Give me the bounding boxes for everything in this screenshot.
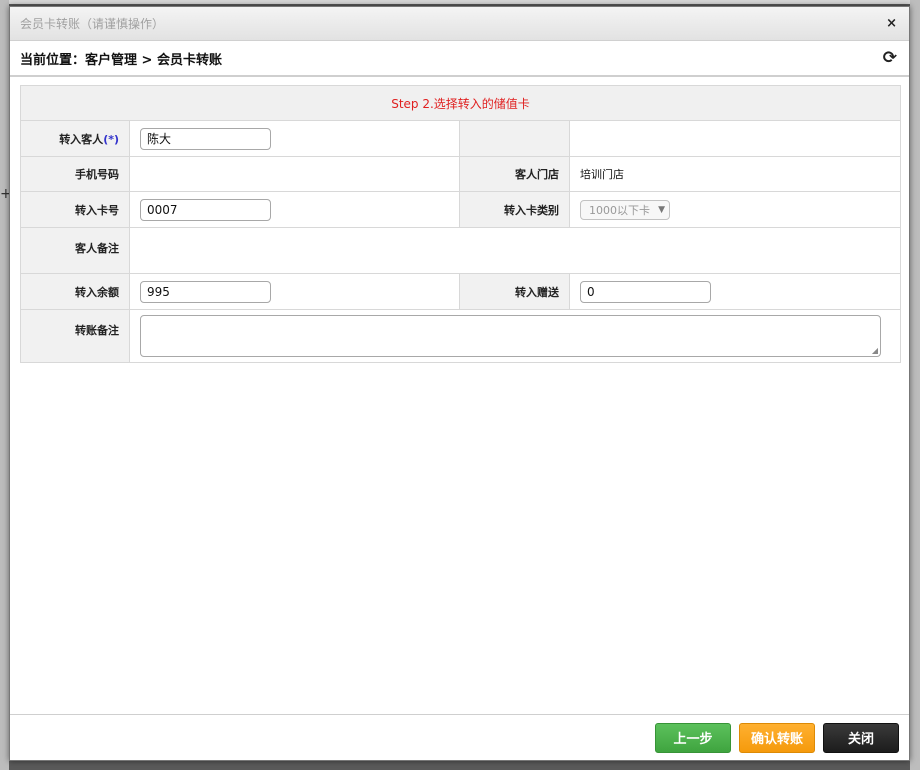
card-type-label: 转入卡类别: [459, 191, 570, 228]
balance-label: 转入余额: [20, 273, 130, 310]
customer-label: 转入客人(*): [20, 120, 130, 157]
backdrop-top-strip: [0, 0, 920, 4]
transfer-note-row: 转账备注 ◢: [20, 309, 902, 363]
customer-cell: 陈大: [129, 120, 460, 157]
required-mark: (*): [103, 132, 119, 146]
remark-row: 客人备注: [20, 227, 902, 274]
phone-label: 手机号码: [20, 156, 130, 192]
bonus-cell: 0: [568, 273, 902, 310]
card-type-select[interactable]: 1000以下卡 ▼: [580, 199, 670, 220]
breadcrumb: 当前位置：客户管理 > 会员卡转账: [20, 52, 222, 68]
step-row: Step 2.选择转入的储值卡: [19, 85, 902, 121]
card-no-cell: 0007: [129, 191, 460, 228]
resize-grip-icon[interactable]: ◢: [872, 346, 878, 355]
chevron-down-icon: ▼: [658, 204, 665, 215]
transfer-dialog: 会员卡转账（请谨慎操作） × 当前位置：客户管理 > 会员卡转账 ⟳ Step …: [9, 6, 910, 761]
balance-row: 转入余额 995 转入赠送 0: [20, 273, 902, 310]
step-title: Step 2.选择转入的储值卡: [19, 85, 902, 121]
card-type-selected: 1000以下卡: [589, 203, 650, 217]
customer-input[interactable]: 陈大: [140, 127, 271, 150]
balance-input[interactable]: 995: [140, 280, 271, 303]
remark-value: [128, 227, 902, 274]
refresh-icon[interactable]: ⟳: [883, 48, 897, 68]
transfer-note-cell: ◢: [128, 309, 902, 363]
dialog-titlebar: 会员卡转账（请谨慎操作） ×: [10, 7, 909, 41]
customer-row: 转入客人(*) 陈大: [20, 120, 902, 157]
bonus-input[interactable]: 0: [580, 280, 711, 303]
store-label: 客人门店: [459, 156, 570, 192]
transfer-form-table: Step 2.选择转入的储值卡 转入客人(*) 陈大 手机号码 客人门店 培训门…: [19, 85, 902, 363]
phone-row: 手机号码 客人门店 培训门店: [20, 156, 902, 192]
card-type-cell: 1000以下卡 ▼: [568, 191, 902, 228]
backdrop-left-edge: [0, 0, 9, 770]
transfer-note-textarea[interactable]: ◢: [140, 315, 881, 357]
dialog-title: 会员卡转账（请谨慎操作）: [20, 17, 165, 31]
bonus-label: 转入赠送: [459, 273, 570, 310]
form-content: Step 2.选择转入的储值卡 转入客人(*) 陈大 手机号码 客人门店 培训门…: [10, 77, 909, 363]
balance-cell: 995: [129, 273, 460, 310]
backdrop-plus-icon: +: [0, 186, 12, 202]
phone-value: [129, 156, 460, 192]
remark-label: 客人备注: [20, 227, 130, 274]
empty-value-cell: [568, 120, 902, 157]
card-no-label: 转入卡号: [20, 191, 130, 228]
location-bar: 当前位置：客户管理 > 会员卡转账 ⟳: [10, 41, 909, 77]
customer-label-text: 转入客人: [59, 132, 104, 146]
dialog-close-icon[interactable]: ×: [886, 16, 897, 31]
prev-step-button[interactable]: 上一步: [655, 722, 731, 753]
confirm-transfer-button[interactable]: 确认转账: [739, 722, 815, 753]
dialog-footer: 上一步 确认转账 关闭: [10, 714, 909, 760]
backdrop-right-edge: [910, 0, 920, 770]
empty-label-cell: [459, 120, 570, 157]
store-value: 培训门店: [568, 156, 902, 192]
card-row: 转入卡号 0007 转入卡类别 1000以下卡 ▼: [20, 191, 902, 228]
close-button[interactable]: 关闭: [823, 722, 899, 753]
transfer-note-label: 转账备注: [20, 309, 130, 363]
card-no-input[interactable]: 0007: [140, 198, 271, 221]
